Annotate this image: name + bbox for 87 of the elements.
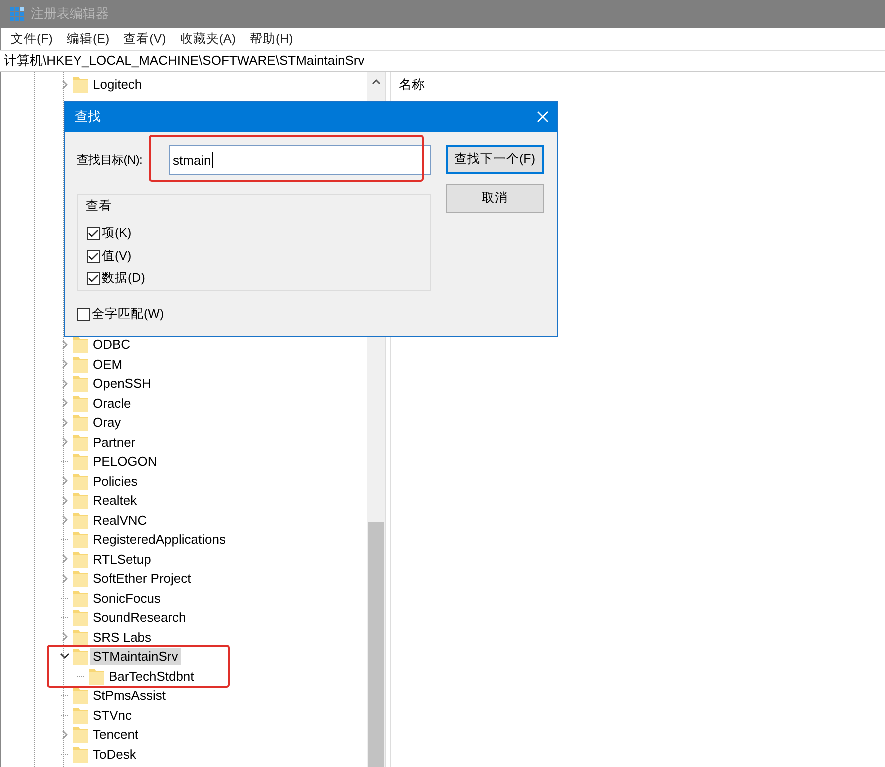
scroll-up-icon[interactable] xyxy=(372,79,380,85)
tree-item[interactable]: SoftEther Project xyxy=(90,570,194,588)
tree-item[interactable]: SonicFocus xyxy=(90,590,164,607)
chevron-right-icon[interactable] xyxy=(62,418,68,428)
checkbox[interactable] xyxy=(87,272,100,286)
folder-icon xyxy=(73,492,88,510)
chevron-right-icon[interactable] xyxy=(62,398,68,408)
folder-icon xyxy=(73,687,88,704)
find-input-field[interactable]: stmain xyxy=(169,145,431,175)
tree-item[interactable]: OEM xyxy=(90,356,126,373)
chevron-right-icon[interactable] xyxy=(62,632,68,642)
folder-icon xyxy=(73,648,88,666)
scroll-thumb[interactable] xyxy=(368,522,384,767)
close-icon[interactable] xyxy=(537,111,549,123)
group-title: 查看 xyxy=(86,198,113,215)
tree-item[interactable]: SRS Labs xyxy=(90,628,155,646)
menu-item[interactable]: 帮助(H) xyxy=(242,30,300,48)
tree-item[interactable]: StPmsAssist xyxy=(90,687,169,704)
address-bar[interactable]: 计算机\HKEY_LOCAL_MACHINE\SOFTWARE\STMaintainSrv xyxy=(0,50,885,72)
tree-item[interactable]: Policies xyxy=(90,472,141,490)
chevron-right-icon[interactable] xyxy=(62,730,68,740)
folder-icon xyxy=(73,628,88,646)
chevron-right-icon[interactable] xyxy=(62,476,68,486)
folder-icon xyxy=(73,76,88,94)
menu-item[interactable]: 文件(F) xyxy=(4,30,60,48)
checkbox-label[interactable]: 全字匹配(W) xyxy=(92,306,164,323)
folder-icon xyxy=(73,394,88,412)
folder-icon xyxy=(73,746,88,763)
tree-item[interactable]: RealVNC xyxy=(90,512,150,529)
folder-icon xyxy=(73,531,88,548)
tree-item[interactable]: STMaintainSrv xyxy=(90,648,182,666)
folder-icon xyxy=(73,434,88,451)
menu-item[interactable]: 编辑(E) xyxy=(60,30,117,48)
folder-icon xyxy=(73,512,88,529)
tree-item[interactable]: Tencent xyxy=(90,726,142,744)
chevron-right-icon[interactable] xyxy=(62,437,68,448)
checkbox[interactable] xyxy=(87,250,100,262)
tree-item[interactable]: SoundResearch xyxy=(90,609,190,626)
chevron-right-icon[interactable] xyxy=(62,574,68,584)
folder-icon xyxy=(73,356,88,373)
tree-item[interactable]: BarTechStdbnt xyxy=(106,668,198,685)
menu-item[interactable]: 查看(V) xyxy=(116,30,174,48)
checkbox-label[interactable]: 值(V) xyxy=(102,248,132,264)
dialog-title: 查找 xyxy=(75,108,101,126)
tree-item[interactable]: STVnc xyxy=(90,706,136,724)
folder-icon xyxy=(73,706,88,724)
column-header[interactable]: 名称 xyxy=(399,77,425,92)
folder-icon xyxy=(89,668,104,685)
tree-item[interactable]: PELOGON xyxy=(90,453,160,470)
chevron-right-icon[interactable] xyxy=(62,515,68,526)
checkbox[interactable] xyxy=(77,308,90,321)
cancel-button[interactable]: 取消 xyxy=(446,184,544,213)
folder-icon xyxy=(73,570,88,588)
menu-item[interactable]: 收藏夹(A) xyxy=(173,30,243,48)
tree-item[interactable]: Partner xyxy=(90,434,139,451)
find-next-button[interactable]: 查找下一个(F) xyxy=(446,145,544,174)
find-label: 查找目标(N): xyxy=(77,152,144,168)
tree-item[interactable]: RTLSetup xyxy=(90,550,154,568)
chevron-down-icon[interactable] xyxy=(60,653,70,660)
checkbox-label[interactable]: 项(K) xyxy=(102,224,132,242)
tree-item[interactable]: Realtek xyxy=(90,492,140,510)
registry-icon xyxy=(10,6,25,22)
checkbox-label[interactable]: 数据(D) xyxy=(102,270,146,288)
tree-item[interactable]: Oracle xyxy=(90,394,134,412)
chevron-right-icon[interactable] xyxy=(62,340,68,350)
folder-icon xyxy=(73,453,88,470)
folder-icon xyxy=(73,336,88,354)
tree-item[interactable]: Logitech xyxy=(90,76,146,94)
chevron-right-icon[interactable] xyxy=(62,359,68,370)
folder-icon xyxy=(73,726,88,744)
folder-icon xyxy=(73,375,88,392)
checkbox[interactable] xyxy=(87,226,100,240)
tree-item[interactable]: OpenSSH xyxy=(90,375,155,392)
folder-icon xyxy=(73,609,88,626)
chevron-right-icon[interactable] xyxy=(62,378,68,389)
folder-icon xyxy=(73,414,88,432)
chevron-right-icon[interactable] xyxy=(62,496,68,506)
folder-icon xyxy=(73,550,88,568)
folder-icon xyxy=(73,590,88,607)
tree-item[interactable]: ODBC xyxy=(90,336,134,354)
chevron-right-icon[interactable] xyxy=(62,80,68,90)
tree-item[interactable]: RegisteredApplications xyxy=(90,531,229,548)
window-title: 注册表编辑器 xyxy=(31,5,109,23)
chevron-right-icon[interactable] xyxy=(62,554,68,564)
tree-item[interactable]: ToDesk xyxy=(90,746,140,763)
folder-icon xyxy=(73,472,88,490)
tree-item[interactable]: Oray xyxy=(90,414,124,432)
